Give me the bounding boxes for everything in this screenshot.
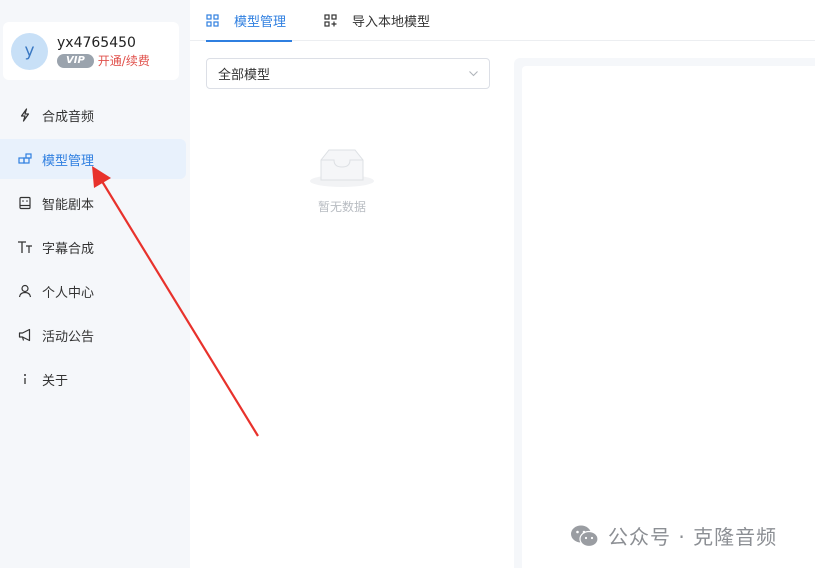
text-size-icon: [17, 239, 33, 255]
model-filter-select[interactable]: 全部模型: [206, 58, 490, 89]
blocks-icon: [17, 151, 33, 167]
empty-inbox-icon: [300, 146, 384, 192]
script-icon: [17, 195, 33, 211]
app-window: y yx4765450 VIP 开通/续费 合成音频 模型管理 智能剧本 字幕合…: [0, 0, 815, 568]
avatar-letter: y: [24, 41, 35, 61]
sidebar-item-about[interactable]: 关于: [0, 359, 186, 399]
preview-panel: [514, 58, 815, 568]
sidebar-item-synthesize-audio[interactable]: 合成音频: [0, 95, 186, 135]
sidebar-item-model-management[interactable]: 模型管理: [0, 139, 186, 179]
watermark: 公众号 · 克隆音频: [570, 521, 777, 550]
vip-renew-link[interactable]: 开通/续费: [98, 54, 150, 68]
sidebar-nav: 合成音频 模型管理 智能剧本 字幕合成 个人中心 活动公告 关于: [0, 95, 190, 403]
main-panel: 模型管理 导入本地模型 全部模型 暂无数据: [190, 0, 815, 568]
user-icon: [17, 283, 33, 299]
avatar[interactable]: y: [11, 32, 48, 70]
empty-label: 暂无数据: [317, 200, 366, 214]
sidebar-item-label: 字幕合成: [42, 241, 95, 257]
megaphone-icon: [17, 327, 33, 343]
import-grid-icon: [324, 14, 337, 27]
user-info: yx4765450 VIP 开通/续费: [57, 34, 150, 68]
lightning-icon: [17, 107, 33, 123]
empty-state: 暂无数据: [300, 146, 384, 215]
sidebar-item-label: 模型管理: [42, 153, 95, 169]
wechat-icon: [570, 524, 600, 548]
tab-label: 模型管理: [234, 15, 287, 30]
sidebar-item-personal-center[interactable]: 个人中心: [0, 271, 186, 311]
sidebar: y yx4765450 VIP 开通/续费 合成音频 模型管理 智能剧本 字幕合…: [0, 0, 190, 568]
username: yx4765450: [57, 35, 136, 51]
sidebar-item-smart-script[interactable]: 智能剧本: [0, 183, 186, 223]
tab-import-local-model[interactable]: 导入本地模型: [324, 0, 444, 41]
sidebar-item-label: 个人中心: [42, 285, 95, 301]
vip-row: VIP 开通/续费: [57, 54, 150, 68]
select-value: 全部模型: [218, 68, 271, 83]
tab-model-management[interactable]: 模型管理: [206, 0, 292, 42]
sidebar-item-label: 关于: [42, 373, 69, 389]
sidebar-item-label: 智能剧本: [42, 197, 95, 213]
tab-bar: 模型管理 导入本地模型: [190, 0, 815, 42]
chevron-down-icon: [468, 68, 479, 83]
sidebar-item-label: 合成音频: [42, 109, 95, 125]
tab-label: 导入本地模型: [352, 15, 431, 30]
watermark-text: 公众号 · 克隆音频: [608, 525, 778, 549]
preview-canvas: [522, 66, 815, 568]
info-icon: [17, 371, 33, 387]
user-card[interactable]: y yx4765450 VIP 开通/续费: [3, 22, 179, 80]
vip-badge: VIP: [57, 54, 94, 68]
sidebar-item-announcements[interactable]: 活动公告: [0, 315, 186, 355]
sidebar-item-label: 活动公告: [42, 329, 95, 345]
sidebar-item-subtitle-synthesis[interactable]: 字幕合成: [0, 227, 186, 267]
grid-icon: [206, 14, 219, 27]
